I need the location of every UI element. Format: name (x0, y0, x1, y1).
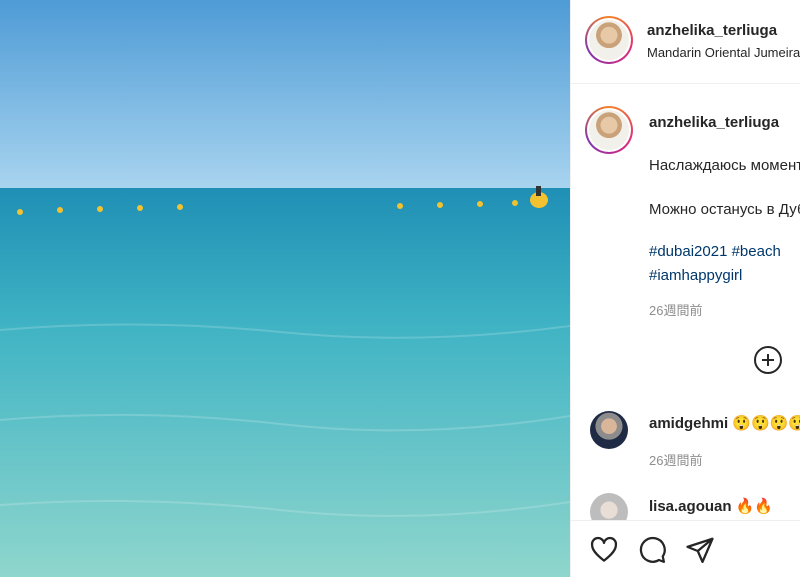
post-location[interactable]: Mandarin Oriental Jumeira (647, 45, 800, 60)
post-timestamp[interactable]: 26週間前 (649, 300, 702, 319)
comment-1: amidgehmi 😲😲😲😲 (649, 414, 800, 432)
comment-avatar-1[interactable] (590, 411, 628, 449)
comment-1-timestamp[interactable]: 26週間前 (649, 450, 702, 469)
comment-icon[interactable] (637, 535, 667, 565)
caption-line-2: Можно останусь в Дубае? (649, 201, 800, 218)
author-username[interactable]: anzhelika_terliuga (647, 22, 777, 39)
author-avatar[interactable] (585, 16, 633, 64)
comment-1-username[interactable]: amidgehmi (649, 415, 728, 432)
plus-circle-icon[interactable] (754, 346, 782, 374)
caption-username[interactable]: anzhelika_terliuga (649, 114, 779, 131)
comment-2-username[interactable]: lisa.agouan (649, 498, 732, 515)
hashtags-line-1[interactable]: #dubai2021 #beach (649, 240, 781, 264)
post-header: anzhelika_terliuga Mandarin Oriental Jum… (571, 0, 800, 84)
caption-avatar[interactable] (585, 106, 633, 154)
post-side-panel: anzhelika_terliuga Mandarin Oriental Jum… (570, 0, 800, 577)
heart-icon[interactable] (589, 535, 619, 565)
comment-2-text: 🔥🔥 (735, 498, 774, 515)
caption-line-1: Наслаждаюсь моментом (649, 157, 800, 174)
comment-1-text: 😲😲😲😲 (732, 415, 800, 432)
caption-hashtags: #dubai2021 #beach #iamhappygirl (649, 240, 781, 288)
comment-2: lisa.agouan 🔥🔥 (649, 497, 773, 515)
post-photo[interactable] (0, 0, 570, 577)
share-icon[interactable] (685, 535, 715, 565)
hashtags-line-2[interactable]: #iamhappygirl (649, 264, 781, 288)
beach-scene-image (0, 0, 570, 577)
post-actions-bar (571, 520, 800, 577)
